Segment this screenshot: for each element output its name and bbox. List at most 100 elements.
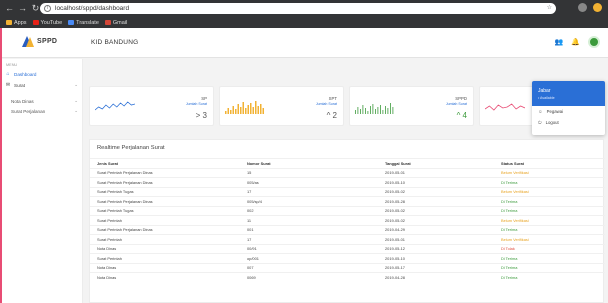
sparkline-bar xyxy=(360,109,361,114)
bookmark-item[interactable]: Gmail xyxy=(104,19,128,26)
users-icon[interactable]: 👥 xyxy=(555,38,564,46)
forward-icon[interactable]: → xyxy=(17,3,28,14)
url-text: localhost/sppd/dashboard xyxy=(55,5,130,12)
sparkline-bar xyxy=(225,101,264,114)
status-badge: Di Tolak xyxy=(501,243,605,254)
back-icon[interactable]: ← xyxy=(4,3,15,14)
sparkline-bar xyxy=(372,104,374,114)
sparkline-bar xyxy=(247,105,249,114)
status-badge: Belum Verifikasi xyxy=(501,215,605,225)
table-row[interactable]: Surat Perintah op/001 2019-05-10 Di Terima xyxy=(90,253,605,263)
table-cell: Nota Dinas xyxy=(90,243,247,254)
table-cell: op/001 xyxy=(247,253,385,263)
table-header-row: Jenis Surat Nomor Surat Tanggal Surat St… xyxy=(90,158,605,168)
card-subtitle: Jumlah Surat xyxy=(185,102,207,106)
card-value: ^ 4 xyxy=(456,111,467,120)
table-cell: 007 xyxy=(247,262,385,273)
logo[interactable]: SPPD xyxy=(22,36,57,47)
bookmark-item[interactable]: YouTube xyxy=(32,20,62,26)
star-icon[interactable]: ☆ xyxy=(547,4,552,11)
table-row[interactable]: Surat Perintah 17 2019-05-01 Belum Verifika… xyxy=(90,234,605,244)
realtime-panel: Realtime Perjalanan Surat Jenis Surat No… xyxy=(89,139,605,303)
sidebar-item-surat-perjalanan[interactable]: Surat Perjalanan ⌄ xyxy=(0,106,83,116)
column-header: Status Surat xyxy=(501,158,605,168)
user-name: Jabar xyxy=(538,88,551,94)
table-cell: 2019-05-02 xyxy=(385,186,501,197)
sparkline-bar xyxy=(252,107,254,114)
table-row[interactable]: Surat Perintah Perjalanan Dinas 005/sp/4 2… xyxy=(90,196,605,206)
sparkline-bar xyxy=(380,105,381,114)
sidebar-item-nota-dinas[interactable]: Nota Dinas ⌄ xyxy=(0,96,83,106)
table-cell: Surat Perintah Perjalanan Dinas xyxy=(90,177,247,187)
table-cell: 2019-05-10 xyxy=(385,253,501,263)
table-row[interactable]: Surat Perintah Perjalanan Dinas 001 2019-0… xyxy=(90,224,605,235)
table-cell: 11 xyxy=(247,215,385,225)
sidebar-item-label: Nota Dinas xyxy=(11,98,34,104)
stat-card-sppd: SPPD Jumlah Surat ^ 4 xyxy=(349,86,474,126)
sidebar-section-label: MENU xyxy=(6,63,18,67)
menu-item-logout[interactable]: ⏻ Logout xyxy=(532,117,605,128)
table-cell: Nota Dinas xyxy=(90,262,247,273)
sparkline-bar xyxy=(382,110,384,114)
logo-text: SPPD xyxy=(37,38,58,45)
sparkline-bar xyxy=(245,108,247,114)
table-row[interactable]: Nota Dinas 00/91 2019-05-12 Di Tolak xyxy=(90,243,605,254)
profile-icon[interactable] xyxy=(593,3,602,12)
stat-card-sp: SP Jumlah Surat > 3 xyxy=(89,86,214,126)
status-badge: Di Terima xyxy=(501,224,605,235)
bell-icon[interactable]: 🔔 xyxy=(571,38,580,46)
sidebar-item-label: Surat xyxy=(14,82,25,88)
bookmark-icon xyxy=(68,20,75,25)
sparkline-bar xyxy=(365,108,366,114)
table-row[interactable]: Nota Dinas 0069 2019-04-28 Di Terima xyxy=(90,272,605,282)
sidebar-item-label: Surat Perjalanan xyxy=(11,108,46,114)
user-dropdown: Jabar • Available ☺ Pegawai ⏻ Logout xyxy=(532,81,605,135)
table-cell: 2019-05-28 xyxy=(385,196,501,206)
status-badge: Di Terima xyxy=(501,196,605,206)
table-row[interactable]: Surat Perintah 11 2019-05-02 Belum Verifika… xyxy=(90,215,605,225)
sparkline-bar xyxy=(387,108,389,114)
sparkline-bar xyxy=(237,104,239,114)
status-badge: Di Terima xyxy=(501,272,605,282)
table-row[interactable]: Surat Perintah Tugas 17 2019-05-02 Belum Ve… xyxy=(90,186,605,197)
table-row[interactable]: Nota Dinas 007 2019-05-17 Di Terima xyxy=(90,262,605,273)
menu-item-pegawai[interactable]: ☺ Pegawai xyxy=(532,106,605,117)
bookmark-label: Gmail xyxy=(112,19,128,26)
sidebar-item-surat[interactable]: ✉ Surat ⌄ xyxy=(0,80,83,90)
table-cell: 2019-04-28 xyxy=(385,272,501,282)
status-badge: Belum Verifikasi xyxy=(501,234,605,244)
bookmark-item[interactable]: Translate xyxy=(68,20,99,26)
status-badge: Di Terima xyxy=(501,205,605,216)
table-cell: Surat Perintah xyxy=(90,234,247,244)
table-cell: 2019-05-12 xyxy=(385,243,501,254)
table-row[interactable]: Surat Perintah Tugas 002 2019-05-02 Di Teri… xyxy=(90,205,605,216)
card-subtitle: Jumlah Surat xyxy=(445,102,467,106)
page-title: KID BANDUNG xyxy=(91,39,139,46)
bookmark-icon xyxy=(6,20,12,25)
table-cell: 2019-05-01 xyxy=(385,167,501,178)
sparkline-bar xyxy=(355,110,356,114)
card-title: SPPD xyxy=(455,96,467,101)
extension-icon[interactable] xyxy=(578,3,587,12)
extension-icons xyxy=(578,3,602,12)
menu-item-label: Logout xyxy=(545,120,559,125)
status-badge: Belum Verifikasi xyxy=(501,186,605,197)
bookmark-item[interactable]: Apps xyxy=(6,20,27,26)
table-cell: 0069 xyxy=(247,272,385,282)
table-cell: 001 xyxy=(247,224,385,235)
table-row[interactable]: Surat Perintah Perjalanan Dinas 005/as 201… xyxy=(90,177,605,187)
bookmark-icon xyxy=(32,20,39,25)
sparkline-path xyxy=(95,101,135,111)
panel-title: Realtime Perjalanan Surat xyxy=(97,145,165,151)
table-row[interactable]: Surat Perintah Perjalanan Dinas 15 2019-05… xyxy=(90,167,605,178)
info-icon[interactable]: i xyxy=(44,5,51,12)
card-value: > 3 xyxy=(195,111,207,120)
address-bar[interactable]: i localhost/sppd/dashboard ☆ xyxy=(40,3,556,14)
status-badge: Di Terima xyxy=(501,253,605,263)
sparkline-bar xyxy=(257,106,259,114)
table-cell: 005/sp/4 xyxy=(247,196,385,206)
sidebar-item-label: Dashboard xyxy=(14,71,37,77)
top-icons: 👥 🔔 xyxy=(555,36,600,48)
avatar[interactable] xyxy=(588,36,600,48)
sidebar-item-dashboard[interactable]: ⌂ Dashboard xyxy=(0,69,83,79)
